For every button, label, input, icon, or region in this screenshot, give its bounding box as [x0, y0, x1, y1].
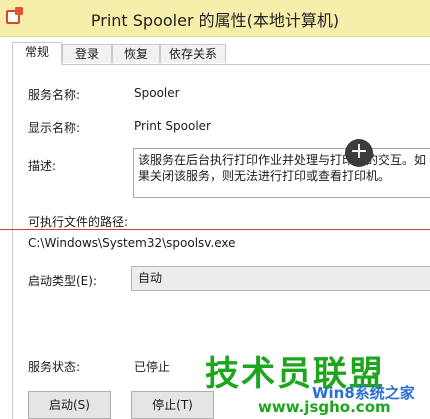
start-button[interactable]: 启动(S): [28, 391, 111, 419]
title-bar[interactable]: Print Spooler 的属性(本地计算机): [0, 0, 430, 37]
description-text[interactable]: 该服务在后台执行打印作业并处理与打印机的交互。如果关闭该服务，则无法进行打印或查…: [133, 148, 430, 198]
exe-path-label: 可执行文件的路径:: [28, 215, 129, 229]
stop-button[interactable]: 停止(T): [131, 391, 214, 419]
service-name-label: 服务名称:: [28, 88, 81, 102]
exe-path-value: C:\Windows\System32\spoolsv.exe: [28, 236, 236, 250]
tab-dependencies[interactable]: 依存关系: [160, 44, 226, 63]
plus-icon: +: [345, 139, 373, 167]
startup-type-value: 自动: [138, 271, 163, 285]
description-label: 描述:: [28, 159, 57, 173]
tab-general[interactable]: 常规: [12, 42, 62, 65]
window-title: Print Spooler 的属性(本地计算机): [90, 11, 340, 30]
watermark-url: www.jsgho.com: [258, 398, 391, 416]
tab-recovery[interactable]: 恢复: [112, 44, 160, 63]
annotation-line: [0, 229, 430, 230]
startup-type-label: 启动类型(E):: [28, 274, 97, 288]
tab-logon[interactable]: 登录: [62, 44, 112, 63]
startup-type-select[interactable]: 自动: [131, 266, 430, 291]
service-status-label: 服务状态:: [28, 360, 81, 374]
service-name-value: Spooler: [134, 86, 180, 100]
display-name-value: Print Spooler: [134, 119, 211, 133]
display-name-label: 显示名称:: [28, 121, 81, 135]
service-status-value: 已停止: [134, 360, 171, 374]
